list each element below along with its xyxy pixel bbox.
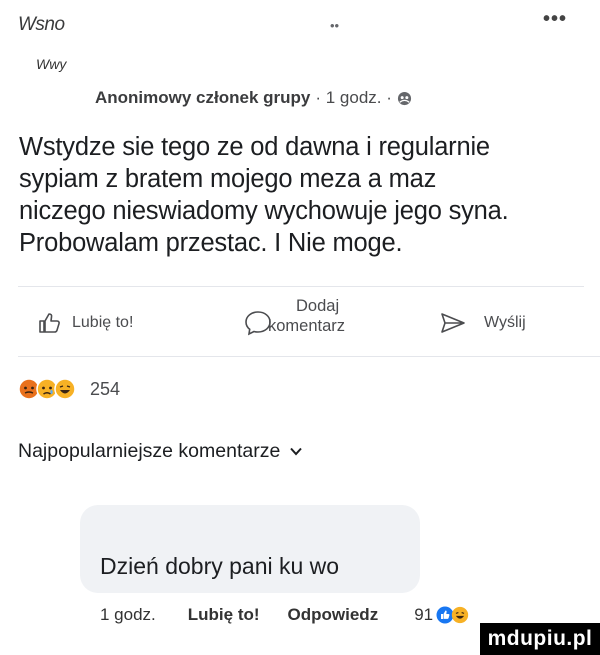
like-label: Lubię to! xyxy=(72,314,134,331)
post-subname: Wwy xyxy=(36,56,67,72)
chevron-down-icon xyxy=(290,447,303,456)
divider xyxy=(18,286,584,287)
like-button[interactable]: Lubię to! xyxy=(38,312,133,334)
post-line: sypiam z bratem mojego meza a maz xyxy=(19,165,437,193)
thumbs-up-icon xyxy=(39,313,60,333)
watermark: mdupiu.pl xyxy=(480,623,600,655)
sort-label: Najpopularniejsze komentarze xyxy=(18,440,281,462)
post-line: Wstydze sie tego ze od dawna i regularni… xyxy=(19,133,490,161)
comment-button[interactable]: Dodaj komentarz xyxy=(244,296,345,336)
post-time[interactable]: · 1 godz. · xyxy=(315,88,392,108)
laugh-reaction-icon xyxy=(54,378,76,400)
reaction-count: 254 xyxy=(90,378,121,399)
post-line: niczego nieswiadomy wychowuje jego syna. xyxy=(19,197,509,225)
comment-text: Dzień dobry pani ku wo xyxy=(100,553,340,579)
divider xyxy=(18,356,600,357)
comment-reaction-count[interactable]: 91 xyxy=(414,605,433,625)
post-meta: Anonimowy członek grupy · 1 godz. · xyxy=(95,88,412,108)
post-text: Wstydze sie tego ze od dawna i regularni… xyxy=(19,131,589,259)
reactions-summary[interactable]: 254 xyxy=(18,378,120,400)
laugh-reaction-icon xyxy=(451,606,469,624)
comment-meta: 1 godz. Lubię to! Odpowiedz 91 xyxy=(100,605,469,625)
header-dots: •• xyxy=(330,18,340,33)
comment-time[interactable]: 1 godz. xyxy=(100,605,156,625)
group-name[interactable]: Wsno xyxy=(18,14,65,36)
post-line: Probowalam przestac. I Nie moge. xyxy=(19,229,403,257)
more-options-button[interactable]: ••• xyxy=(543,8,567,31)
send-icon xyxy=(441,313,465,333)
comment-label-line2: komentarz xyxy=(268,317,346,335)
comment-label-line1: Dodaj xyxy=(296,297,340,315)
group-icon xyxy=(397,91,411,105)
comment-reply-button[interactable]: Odpowiedz xyxy=(288,605,379,625)
comment-like-button[interactable]: Lubię to! xyxy=(188,605,260,625)
share-label: Wyślij xyxy=(484,314,526,331)
comments-sort-dropdown[interactable]: Najpopularniejsze komentarze xyxy=(18,440,303,463)
share-button[interactable]: Wyślij xyxy=(440,312,526,334)
post-author[interactable]: Anonimowy członek grupy xyxy=(95,88,310,108)
